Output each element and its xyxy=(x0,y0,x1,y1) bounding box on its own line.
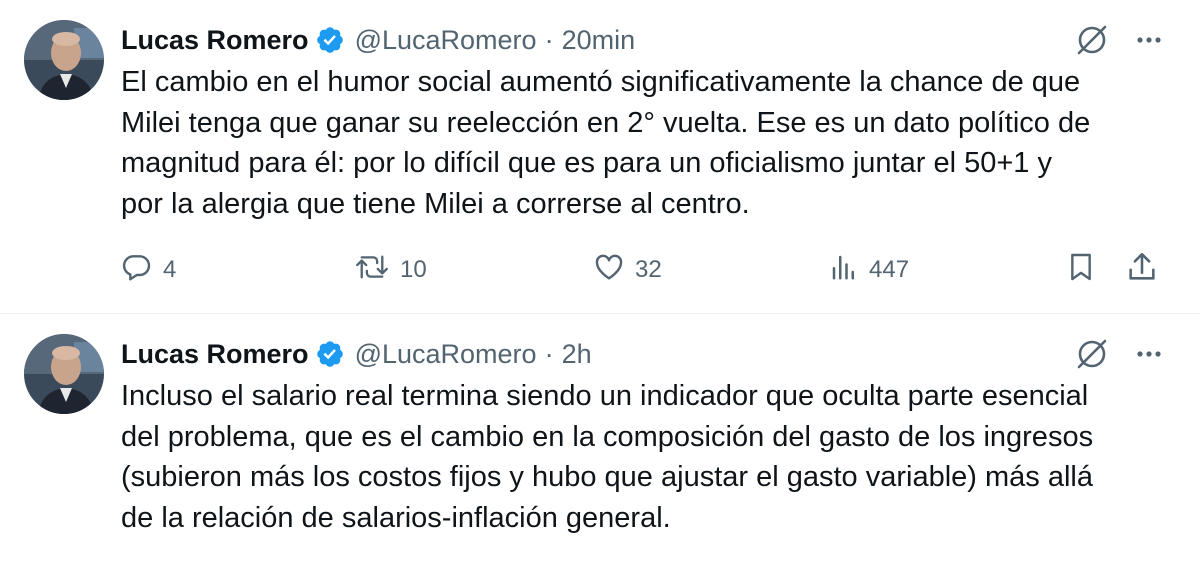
bookmark-icon xyxy=(1065,250,1097,291)
tweet-actions: 4 10 32 447 xyxy=(121,250,1161,290)
reply-icon xyxy=(121,251,153,290)
more-icon[interactable] xyxy=(1134,339,1164,369)
heart-icon xyxy=(593,251,625,290)
avatar[interactable] xyxy=(24,20,104,100)
author-name[interactable]: Lucas Romero xyxy=(121,25,309,56)
verified-badge-icon xyxy=(315,339,345,369)
tweet-text: El cambio en el humor social aumentó sig… xyxy=(121,66,1091,220)
views-icon xyxy=(829,251,859,290)
retweet-icon xyxy=(354,251,390,290)
bookmark-button[interactable] xyxy=(1065,250,1097,290)
timestamp[interactable]: 2h xyxy=(562,339,592,370)
tweet-top-actions xyxy=(1074,336,1164,372)
grok-icon[interactable] xyxy=(1074,22,1110,58)
verified-badge-icon xyxy=(315,25,345,55)
like-count: 32 xyxy=(635,256,662,283)
author-name[interactable]: Lucas Romero xyxy=(121,339,309,370)
avatar-photo xyxy=(24,334,104,414)
timestamp[interactable]: 20min xyxy=(562,25,636,56)
tweet-header: Lucas Romero @LucaRomero · 20min xyxy=(121,22,635,58)
author-handle[interactable]: @LucaRomero xyxy=(355,339,537,370)
retweet-count: 10 xyxy=(400,256,427,283)
tweet[interactable]: Lucas Romero @LucaRomero · 2h Incluso el… xyxy=(0,314,1200,564)
like-button[interactable]: 32 xyxy=(593,250,662,290)
views-button[interactable]: 447 xyxy=(829,250,909,290)
tweet-header: Lucas Romero @LucaRomero · 2h xyxy=(121,336,592,372)
reply-button[interactable]: 4 xyxy=(121,250,176,290)
separator: · xyxy=(544,24,554,55)
tweet[interactable]: Lucas Romero @LucaRomero · 20min El camb… xyxy=(0,0,1200,314)
timeline-feed: Lucas Romero @LucaRomero · 20min El camb… xyxy=(0,0,1200,564)
retweet-button[interactable]: 10 xyxy=(354,250,427,290)
more-icon[interactable] xyxy=(1134,25,1164,55)
avatar[interactable] xyxy=(24,334,104,414)
tweet-text: Incluso el salario real termina siendo u… xyxy=(121,380,1094,534)
separator: · xyxy=(544,338,554,369)
tweet-top-actions xyxy=(1074,22,1164,58)
grok-icon[interactable] xyxy=(1074,336,1110,372)
share-icon xyxy=(1125,250,1159,291)
author-handle[interactable]: @LucaRomero xyxy=(355,25,537,56)
views-count: 447 xyxy=(869,256,910,283)
reply-count: 4 xyxy=(163,256,177,283)
share-button[interactable] xyxy=(1125,250,1159,290)
avatar-photo xyxy=(24,20,104,100)
